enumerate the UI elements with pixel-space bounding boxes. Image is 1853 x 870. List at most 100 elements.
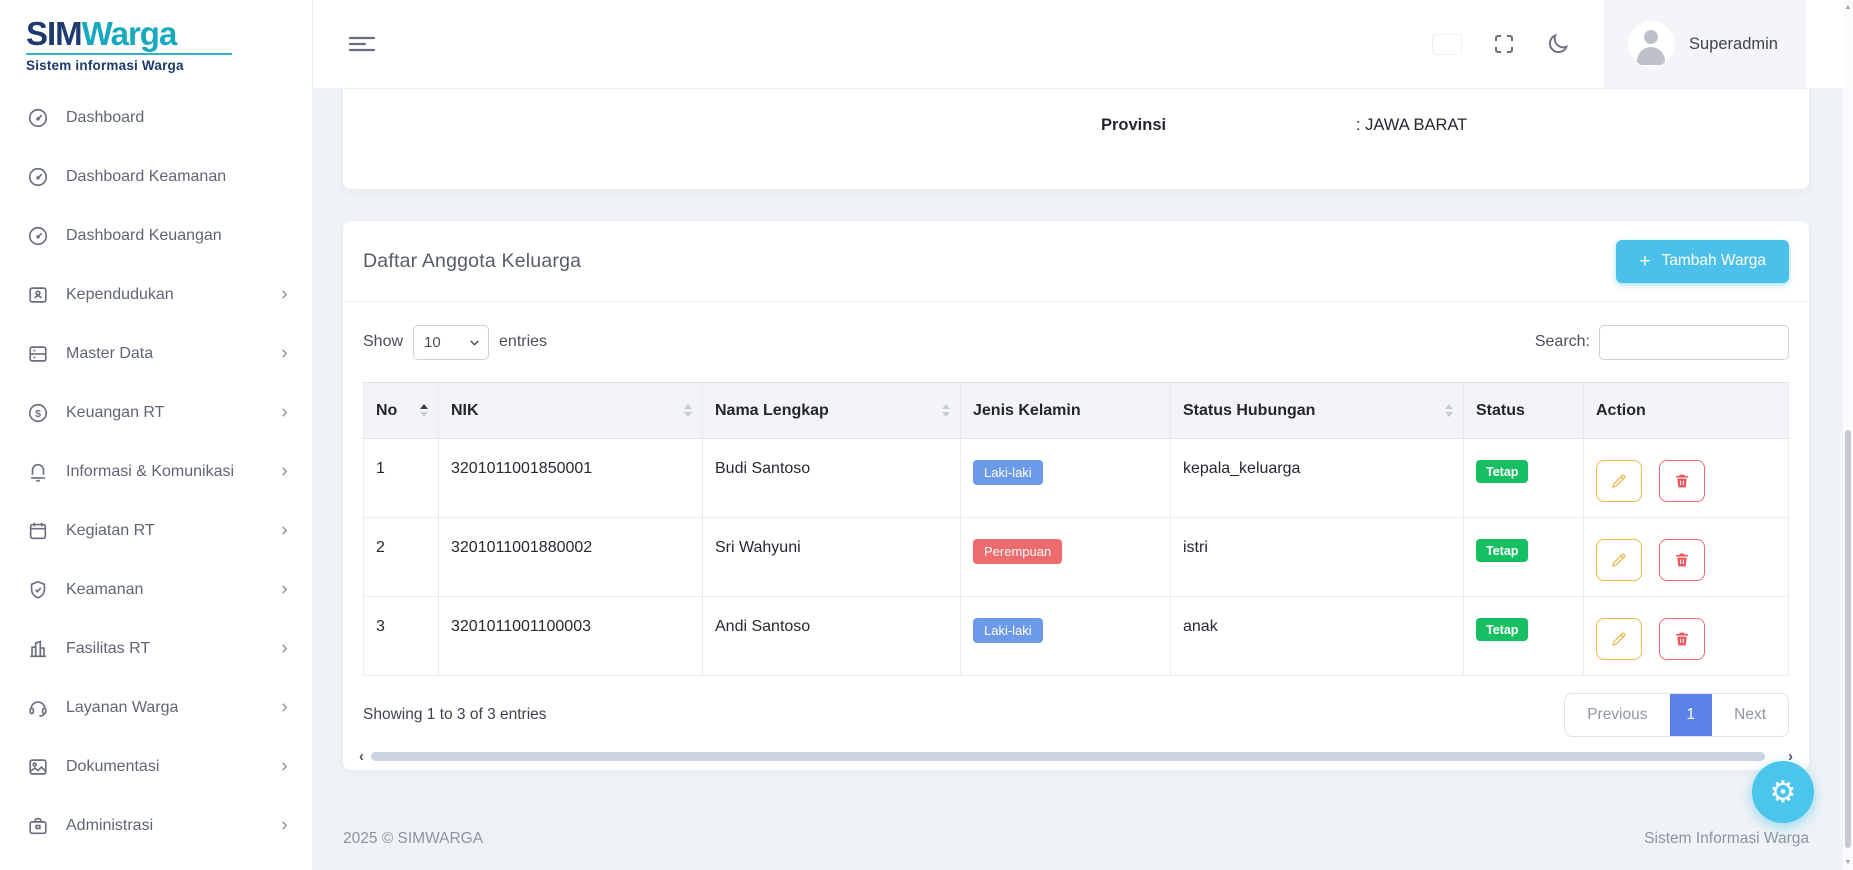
cell-nama: Budi Santoso: [703, 439, 961, 518]
image-icon: [27, 756, 49, 778]
table-controls: Show 10 entries Search:: [343, 302, 1809, 382]
family-info-card: Provinsi : JAWA BARAT: [343, 89, 1809, 189]
footer-app-name: Sistem Informasi Warga: [1644, 830, 1809, 848]
edit-button[interactable]: [1596, 618, 1642, 660]
sidebar-item-keamanan[interactable]: Keamanan: [0, 560, 312, 619]
chevron-right-icon: [277, 759, 292, 774]
province-label: Provinsi: [1101, 116, 1166, 135]
sidebar-item-dashboard-keamanan[interactable]: Dashboard Keamanan: [0, 147, 312, 206]
table-footer: Showing 1 to 3 of 3 entries Previous 1 N…: [343, 676, 1809, 737]
chevron-right-icon: [277, 287, 292, 302]
sort-icon: [942, 404, 950, 417]
table-row: 3 3201011001100003 Andi Santoso Laki-lak…: [364, 597, 1789, 676]
logo-tagline: Sistem informasi Warga: [26, 58, 312, 73]
edit-button[interactable]: [1596, 539, 1642, 581]
column-status-hubungan[interactable]: Status Hubungan: [1171, 383, 1464, 439]
table-row: 1 3201011001850001 Budi Santoso Laki-lak…: [364, 439, 1789, 518]
add-warga-label: Tambah Warga: [1661, 252, 1766, 270]
menu-toggle-icon[interactable]: [349, 34, 375, 54]
dollar-circle-icon: $: [27, 402, 49, 424]
pencil-icon: [1610, 551, 1628, 569]
column-nik[interactable]: NIK: [439, 383, 703, 439]
briefcase-icon: [27, 815, 49, 837]
sidebar-item-layanan-warga[interactable]: Layanan Warga: [0, 678, 312, 737]
bell-icon: [27, 461, 49, 483]
cell-status-hubungan: kepala_keluarga: [1171, 439, 1464, 518]
scrollbar-thumb[interactable]: [1845, 430, 1851, 848]
cell-nik: 3201011001850001: [439, 439, 703, 518]
svg-text:$: $: [35, 407, 41, 419]
gender-badge: Laki-laki: [973, 460, 1043, 485]
sidebar-nav: Dashboard Dashboard Keamanan Dashboard K…: [0, 88, 312, 855]
main-content: Provinsi : JAWA BARAT Daftar Anggota Kel…: [313, 89, 1843, 870]
status-badge: Tetap: [1476, 539, 1528, 562]
delete-button[interactable]: [1659, 539, 1705, 581]
logo-warga: Warga: [82, 15, 177, 52]
sidebar: SIMWarga Sistem informasi Warga Dashboar…: [0, 0, 313, 870]
indonesia-flag-icon[interactable]: [1432, 34, 1462, 55]
gender-badge: Laki-laki: [973, 618, 1043, 643]
logo-underline: [26, 53, 232, 55]
sidebar-item-keuangan-rt[interactable]: $ Keuangan RT: [0, 383, 312, 442]
sidebar-item-informasi-komunikasi[interactable]: Informasi & Komunikasi: [0, 442, 312, 501]
cell-nik: 3201011001880002: [439, 518, 703, 597]
add-warga-button[interactable]: + Tambah Warga: [1616, 240, 1789, 283]
pagination-previous[interactable]: Previous: [1565, 694, 1669, 736]
search-label: Search:: [1535, 333, 1590, 351]
gauge-icon: [27, 225, 49, 247]
user-menu[interactable]: Superadmin: [1604, 0, 1806, 88]
pagination-page-1[interactable]: 1: [1670, 694, 1713, 736]
pagination: Previous 1 Next: [1564, 693, 1789, 737]
id-card-icon: [27, 284, 49, 306]
column-status[interactable]: Status: [1464, 383, 1584, 439]
vertical-scrollbar[interactable]: ▲ ▼: [1843, 0, 1853, 870]
column-no[interactable]: No: [364, 383, 439, 439]
sidebar-item-master-data[interactable]: Master Data: [0, 324, 312, 383]
column-jenis-kelamin[interactable]: Jenis Kelamin: [961, 383, 1171, 439]
plus-icon: +: [1639, 252, 1650, 271]
chevron-right-icon: [277, 523, 292, 538]
card-header: Daftar Anggota Keluarga + Tambah Warga: [343, 221, 1809, 302]
family-members-card: Daftar Anggota Keluarga + Tambah Warga S…: [343, 221, 1809, 770]
sidebar-item-dokumentasi[interactable]: Dokumentasi: [0, 737, 312, 796]
delete-button[interactable]: [1659, 618, 1705, 660]
shield-check-icon: [27, 579, 49, 601]
page-size-select[interactable]: 10: [413, 325, 489, 360]
sidebar-item-dashboard-keuangan[interactable]: Dashboard Keuangan: [0, 206, 312, 265]
scroll-up-icon[interactable]: ▲: [1843, 4, 1853, 11]
chevron-right-icon: [277, 641, 292, 656]
gender-badge: Perempuan: [973, 539, 1062, 564]
moon-icon[interactable]: [1546, 32, 1570, 56]
sort-icon: [1445, 404, 1453, 417]
building-icon: [27, 638, 49, 660]
scroll-left-icon[interactable]: ‹: [359, 749, 364, 764]
sidebar-item-administrasi[interactable]: Administrasi: [0, 796, 312, 855]
page-footer: 2025 © SIMWARGA Sistem Informasi Warga: [343, 830, 1809, 848]
column-action: Action: [1584, 383, 1789, 439]
scrollbar-thumb[interactable]: [371, 752, 1765, 761]
chevron-right-icon: [277, 818, 292, 833]
column-nama-lengkap[interactable]: Nama Lengkap: [703, 383, 961, 439]
fullscreen-icon[interactable]: [1492, 32, 1516, 56]
sidebar-item-dashboard[interactable]: Dashboard: [0, 88, 312, 147]
copyright-text: 2025 © SIMWARGA: [343, 830, 483, 848]
sidebar-item-kegiatan-rt[interactable]: Kegiatan RT: [0, 501, 312, 560]
scroll-down-icon[interactable]: ▼: [1843, 859, 1853, 866]
top-bar: Superadmin: [313, 0, 1843, 89]
entries-label: entries: [499, 333, 547, 351]
sidebar-item-kependudukan[interactable]: Kependudukan: [0, 265, 312, 324]
logo-sim: SIM: [26, 15, 82, 52]
app-logo[interactable]: SIMWarga Sistem informasi Warga: [0, 0, 312, 88]
sidebar-item-fasilitas-rt[interactable]: Fasilitas RT: [0, 619, 312, 678]
settings-fab[interactable]: ⚙: [1752, 761, 1814, 823]
cell-status-hubungan: istri: [1171, 518, 1464, 597]
pagination-next[interactable]: Next: [1712, 694, 1788, 736]
horizontal-scrollbar[interactable]: ‹ ›: [359, 749, 1793, 764]
search-input[interactable]: [1599, 325, 1789, 360]
delete-button[interactable]: [1659, 460, 1705, 502]
pencil-icon: [1610, 472, 1628, 490]
logo-text: SIMWarga: [26, 16, 312, 52]
database-icon: [27, 343, 49, 365]
edit-button[interactable]: [1596, 460, 1642, 502]
gauge-icon: [27, 107, 49, 129]
